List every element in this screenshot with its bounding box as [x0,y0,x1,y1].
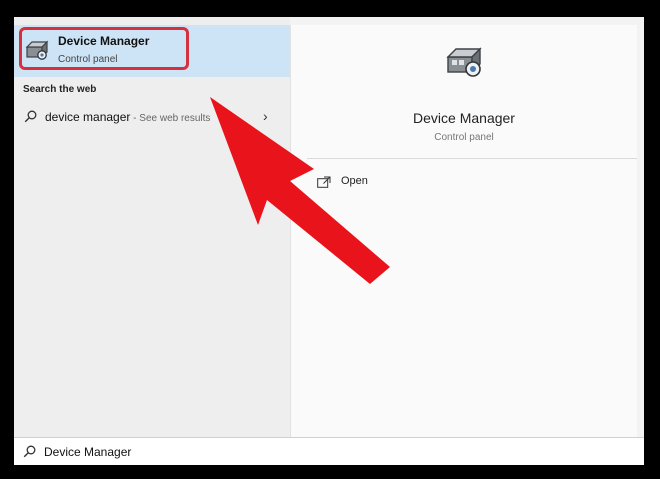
best-match-title: Device Manager [58,34,150,48]
search-icon [24,110,37,123]
device-manager-icon [25,40,49,60]
search-icon [23,445,36,458]
device-manager-icon [446,47,482,77]
web-result-query: device manager [45,110,131,124]
section-heading: Search the web [23,84,97,95]
best-match-subtitle: Control panel [58,54,118,65]
web-result-suffix: - See web results [130,113,211,124]
search-input[interactable] [40,443,608,461]
start-search-panel: Device Manager Control panel Search the … [14,17,644,465]
search-bar [14,437,644,465]
web-result-label: device manager - See web results [45,110,210,124]
arrow-annotation [210,97,390,284]
